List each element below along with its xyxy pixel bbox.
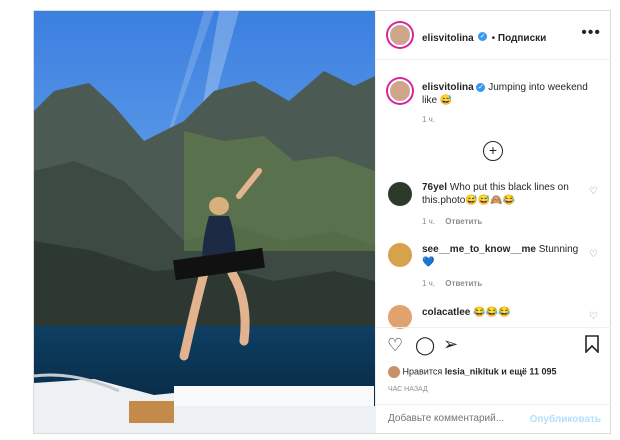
caption: elisvitolina ✓ Jumping into weekend like… (422, 81, 600, 107)
add-comment-input[interactable] (386, 412, 530, 425)
comment-box: Опубликовать (376, 404, 611, 435)
comment-avatar[interactable] (388, 182, 412, 206)
load-more-comments-icon[interactable]: + (483, 141, 503, 161)
reply-button[interactable]: Ответить (445, 217, 482, 226)
likes-prefix: Нравится (402, 366, 443, 377)
comment-meta: 1 ч. Ответить (422, 217, 482, 226)
caption-username[interactable]: elisvitolina (422, 82, 474, 93)
verified-icon: ✓ (478, 32, 488, 42)
caption-time[interactable]: 1 ч. (422, 115, 435, 124)
comment-avatar[interactable] (388, 243, 412, 267)
username-link[interactable]: elisvitolina (422, 33, 474, 44)
post-header: elisvitolina ✓ • Подписки ••• (376, 11, 611, 60)
more-options-icon[interactable]: ••• (581, 24, 601, 42)
comment-time[interactable]: 1 ч. (422, 279, 435, 288)
avatar[interactable] (388, 23, 412, 47)
liker-avatar[interactable] (388, 366, 400, 378)
posted-ago[interactable]: ЧАС НАЗАД (388, 386, 428, 393)
reply-button[interactable]: Ответить (445, 279, 482, 288)
comment-username[interactable]: 76yel (422, 182, 447, 193)
post-photo[interactable] (34, 11, 375, 433)
likes-line: Нравится lesia_nikituk и ещё 11 095 (388, 366, 556, 378)
beach-jump-image (34, 11, 375, 433)
following-button[interactable]: Подписки (498, 33, 546, 44)
like-comment-heart-icon[interactable]: ♡ (589, 249, 598, 260)
comment-username[interactable]: see__me_to_know__me (422, 244, 536, 255)
comment-time[interactable]: 1 ч. (422, 217, 435, 226)
comment: see__me_to_know__me Stunning 💙 (422, 243, 587, 269)
like-comment-heart-icon[interactable]: ♡ (589, 311, 598, 322)
liker-username[interactable]: lesia_nikituk (445, 366, 499, 376)
comment-username[interactable]: colacatlee (422, 307, 470, 318)
comment-avatar[interactable] (388, 305, 412, 329)
post-actions: ♡ ◯ ➢ Нравится lesia_nikituk и ещё 11 09… (376, 327, 611, 434)
header-user: elisvitolina ✓ • Подписки (422, 28, 546, 46)
comment-icon[interactable]: ◯ (415, 336, 435, 354)
comment: 76yel Who put this black lines on this.p… (422, 181, 587, 207)
comment-meta: 1 ч. Ответить (422, 279, 482, 288)
publish-button[interactable]: Опубликовать (530, 414, 601, 425)
post-side-panel: elisvitolina ✓ • Подписки ••• elisvitoli… (375, 11, 611, 433)
like-heart-icon[interactable]: ♡ (387, 336, 403, 354)
comment: colacatlee 😂😂😂 (422, 306, 587, 319)
comment-text: 😂😂😂 (473, 307, 511, 318)
likes-count[interactable]: и ещё 11 095 (501, 366, 556, 376)
instagram-post-frame: elisvitolina ✓ • Подписки ••• elisvitoli… (33, 10, 611, 434)
share-send-icon[interactable]: ➢ (443, 335, 458, 353)
like-comment-heart-icon[interactable]: ♡ (589, 186, 598, 197)
caption-avatar[interactable] (388, 79, 412, 103)
verified-icon: ✓ (476, 82, 486, 92)
save-bookmark-icon[interactable] (585, 335, 599, 356)
